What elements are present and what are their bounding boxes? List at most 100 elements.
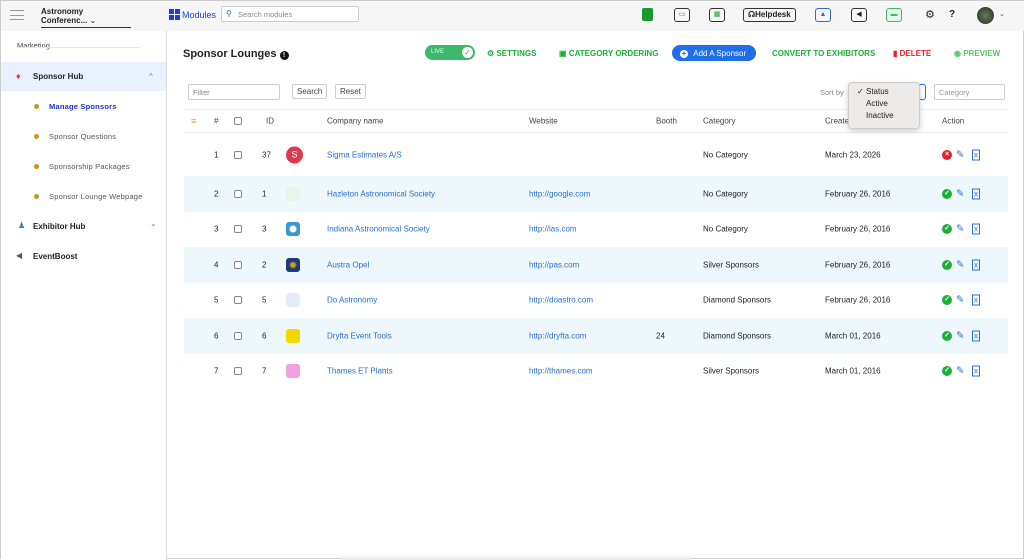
active-status-icon[interactable]: ✓ bbox=[942, 188, 952, 199]
edit-icon[interactable]: ✎ bbox=[956, 259, 964, 270]
excel-export-icon[interactable]: x bbox=[972, 223, 980, 235]
company-link[interactable]: Hazleton Astronomical Society bbox=[327, 189, 435, 198]
website-link[interactable]: http://doastro.com bbox=[529, 296, 593, 305]
sidebar-item-eventboost[interactable]: EventBoost bbox=[33, 252, 77, 261]
company-logo bbox=[286, 222, 300, 237]
active-status-icon[interactable]: ✓ bbox=[942, 224, 952, 235]
briefcase-icon[interactable] bbox=[642, 8, 653, 21]
gear-icon[interactable]: ⚙ bbox=[925, 8, 935, 21]
table-row: 3 3 Indiana Astronomical Society http://… bbox=[184, 212, 1008, 248]
excel-export-icon[interactable]: x bbox=[972, 259, 980, 271]
avatar[interactable] bbox=[977, 7, 994, 24]
chevron-down-icon[interactable]: ⌄ bbox=[999, 10, 1005, 18]
company-link[interactable]: Indiana Astronomical Society bbox=[327, 225, 430, 234]
help-icon[interactable]: ? bbox=[949, 9, 955, 20]
search-modules-input[interactable]: ⚲ Search modules bbox=[221, 6, 359, 22]
row-checkbox[interactable] bbox=[234, 150, 242, 159]
excel-export-icon[interactable]: x bbox=[972, 188, 980, 200]
modules-button[interactable]: Modules bbox=[169, 9, 216, 20]
active-status-icon[interactable]: ✓ bbox=[942, 295, 952, 306]
sort-option-active[interactable]: Active bbox=[849, 98, 919, 110]
info-icon[interactable]: ! bbox=[279, 51, 289, 60]
row-checkbox[interactable] bbox=[234, 331, 242, 340]
sort-option-status[interactable]: ✓ Status bbox=[849, 86, 919, 98]
preview-button[interactable]: ◉ PREVIEW bbox=[954, 49, 1000, 58]
helpdesk-button[interactable]: ☊Helpdesk bbox=[743, 8, 796, 22]
sidebar-item-sponsorship-packages[interactable]: Sponsorship Packages bbox=[49, 162, 130, 171]
active-status-icon[interactable]: ✓ bbox=[942, 330, 952, 341]
category-input[interactable]: Category bbox=[934, 84, 1005, 100]
sidebar-item-sponsor-hub[interactable] bbox=[1, 62, 166, 91]
gear-icon: ⚙ bbox=[487, 49, 495, 58]
category-placeholder: Category bbox=[939, 88, 970, 97]
header-booth[interactable]: Booth bbox=[656, 117, 677, 126]
company-link[interactable]: Austra Opel bbox=[327, 260, 369, 269]
calendar-icon[interactable]: ▦ bbox=[709, 8, 725, 22]
option-label: Active bbox=[866, 99, 888, 108]
event-selector[interactable]: Astronomy Conferenc... ⌄ bbox=[41, 7, 131, 28]
edit-icon[interactable]: ✎ bbox=[956, 188, 964, 199]
edit-icon[interactable]: ✎ bbox=[956, 366, 964, 377]
company-link[interactable]: Do Astronomy bbox=[327, 296, 377, 305]
category: Silver Sponsors bbox=[703, 366, 760, 376]
chevron-up-icon[interactable]: ^ bbox=[149, 72, 153, 81]
header-id[interactable]: ID bbox=[266, 117, 274, 126]
category-ordering-button[interactable]: ▣ CATEGORY ORDERING bbox=[559, 49, 658, 58]
edit-icon[interactable]: ✎ bbox=[956, 224, 964, 235]
live-toggle[interactable]: LIVE ✓ bbox=[425, 45, 475, 60]
excel-export-icon[interactable]: x bbox=[972, 149, 980, 160]
add-sponsor-label: Add A Sponsor bbox=[693, 49, 747, 58]
row-checkbox[interactable] bbox=[234, 367, 242, 376]
convert-to-exhibitors-button[interactable]: CONVERT TO EXHIBITORS bbox=[772, 49, 875, 58]
monitor-icon[interactable]: ▬ bbox=[886, 8, 902, 22]
active-status-icon[interactable]: ✓ bbox=[942, 366, 952, 377]
settings-button[interactable]: ⚙ SETTINGS bbox=[487, 49, 536, 58]
money-icon[interactable]: ▭ bbox=[674, 8, 690, 22]
bullet-icon bbox=[34, 164, 39, 169]
reorder-icon[interactable]: ≡ bbox=[191, 116, 196, 126]
sidebar-item-exhibitor-hub[interactable]: Exhibitor Hub bbox=[33, 222, 85, 231]
excel-export-icon[interactable]: x bbox=[972, 365, 980, 377]
created-date: February 26, 2016 bbox=[825, 224, 891, 234]
sidebar-item-manage-sponsors[interactable]: Manage Sponsors bbox=[49, 102, 117, 111]
row-checkbox[interactable] bbox=[234, 225, 242, 234]
website-link[interactable]: http://dryfta.com bbox=[529, 331, 586, 340]
modules-label: Modules bbox=[182, 9, 217, 20]
header-category[interactable]: Category bbox=[703, 117, 735, 126]
inactive-status-icon[interactable]: × bbox=[942, 149, 952, 160]
active-status-icon[interactable]: ✓ bbox=[942, 259, 952, 270]
edit-icon[interactable]: ✎ bbox=[956, 330, 964, 341]
company-link[interactable]: Dryfta Event Tools bbox=[327, 331, 392, 340]
excel-export-icon[interactable]: x bbox=[972, 294, 980, 306]
add-sponsor-button[interactable]: + Add A Sponsor bbox=[672, 45, 756, 61]
row-checkbox[interactable] bbox=[234, 189, 242, 198]
company-link[interactable]: Sigma Estimates A/S bbox=[327, 150, 402, 159]
company-link[interactable]: Thames ET Plants bbox=[327, 367, 393, 376]
header-created[interactable]: Create bbox=[825, 117, 849, 126]
edit-icon[interactable]: ✎ bbox=[956, 149, 964, 160]
row-checkbox[interactable] bbox=[234, 296, 242, 305]
website-link[interactable]: http://ias.com bbox=[529, 225, 577, 234]
edit-icon[interactable]: ✎ bbox=[956, 295, 964, 306]
filter-input[interactable]: Filter bbox=[188, 84, 280, 100]
search-button[interactable]: Search bbox=[292, 84, 328, 99]
select-all-checkbox[interactable] bbox=[234, 117, 242, 125]
rocket-icon[interactable]: ▲ bbox=[815, 8, 831, 22]
sidebar-item-sponsor-lounge-webpage[interactable]: Sponsor Lounge Webpage bbox=[49, 192, 143, 201]
reset-button[interactable]: Reset bbox=[335, 84, 366, 99]
megaphone-icon[interactable]: ◀ bbox=[851, 8, 867, 22]
sidebar-item-sponsor-questions[interactable]: Sponsor Questions bbox=[49, 132, 116, 141]
row-number: 4 bbox=[214, 260, 219, 270]
menu-icon[interactable] bbox=[10, 10, 24, 20]
sort-option-inactive[interactable]: Inactive bbox=[849, 110, 919, 122]
header-company[interactable]: Company name bbox=[327, 117, 383, 126]
header-website[interactable]: Website bbox=[529, 117, 558, 126]
website-link[interactable]: http://google.com bbox=[529, 189, 590, 198]
row-checkbox[interactable] bbox=[234, 260, 242, 269]
page-title: Sponsor Lounges ! bbox=[183, 48, 289, 60]
website-link[interactable]: http://thames.com bbox=[529, 367, 593, 376]
delete-button[interactable]: ▮ DELETE bbox=[893, 49, 931, 58]
website-link[interactable]: http://pas.com bbox=[529, 260, 579, 269]
chevron-down-icon[interactable]: ⌄ bbox=[150, 219, 157, 228]
excel-export-icon[interactable]: x bbox=[972, 330, 980, 342]
